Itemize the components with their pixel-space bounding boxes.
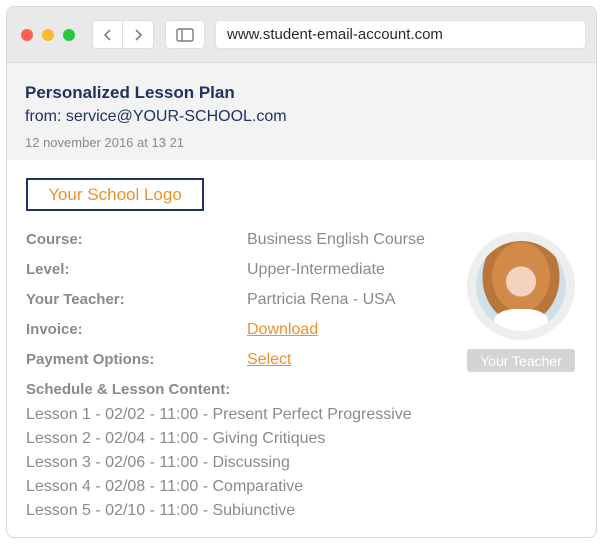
course-label: Course: xyxy=(26,231,83,248)
payment-select-link[interactable]: Select xyxy=(247,351,291,369)
schedule-title: Schedule & Lesson Content: xyxy=(26,381,231,398)
back-button[interactable] xyxy=(92,20,123,49)
teacher-caption: Your Teacher xyxy=(467,349,575,372)
payment-options-label: Payment Options: xyxy=(26,351,155,368)
lesson-item: Lesson 2 - 02/04 - 11:00 - Giving Critiq… xyxy=(26,430,326,447)
browser-window: www.student-email-account.com Personaliz… xyxy=(6,6,597,538)
level-value: Upper-Intermediate xyxy=(247,261,385,278)
level-label: Level: xyxy=(26,261,70,278)
address-text: www.student-email-account.com xyxy=(227,26,443,43)
chevron-right-icon xyxy=(135,28,143,41)
teacher-avatar xyxy=(476,241,566,331)
teacher-value: Partricia Rena - USA xyxy=(247,291,396,308)
teacher-avatar-frame xyxy=(467,232,575,340)
lesson-item: Lesson 1 - 02/02 - 11:00 - Present Perfe… xyxy=(26,406,412,423)
maximize-window-button[interactable] xyxy=(63,29,75,41)
email-date: 12 november 2016 at 13 21 xyxy=(25,135,185,150)
teacher-avatar-shirt xyxy=(494,309,548,331)
school-logo-text: Your School Logo xyxy=(48,184,182,204)
chevron-left-icon xyxy=(103,28,111,41)
invoice-label: Invoice: xyxy=(26,321,83,338)
lesson-item: Lesson 3 - 02/06 - 11:00 - Discussing xyxy=(26,454,290,471)
school-logo: Your School Logo xyxy=(26,178,204,211)
lesson-item: Lesson 4 - 02/08 - 11:00 - Comparative xyxy=(26,478,304,495)
sidebar-icon xyxy=(176,27,194,42)
address-bar[interactable]: www.student-email-account.com xyxy=(215,20,586,49)
browser-toolbar: www.student-email-account.com xyxy=(7,7,596,63)
course-value: Business English Course xyxy=(247,231,425,248)
invoice-download-link[interactable]: Download xyxy=(247,321,318,339)
email-header: Personalized Lesson Plan from: service@Y… xyxy=(7,63,596,160)
sidebar-toggle-button[interactable] xyxy=(165,20,205,49)
forward-button[interactable] xyxy=(123,20,154,49)
teacher-label: Your Teacher: xyxy=(26,291,125,308)
close-window-button[interactable] xyxy=(21,29,33,41)
lesson-item: Lesson 5 - 02/10 - 11:00 - Subiunctive xyxy=(26,502,296,519)
minimize-window-button[interactable] xyxy=(42,29,54,41)
email-sender: from: service@YOUR-SCHOOL.com xyxy=(25,108,287,125)
email-subject: Personalized Lesson Plan xyxy=(25,83,235,102)
